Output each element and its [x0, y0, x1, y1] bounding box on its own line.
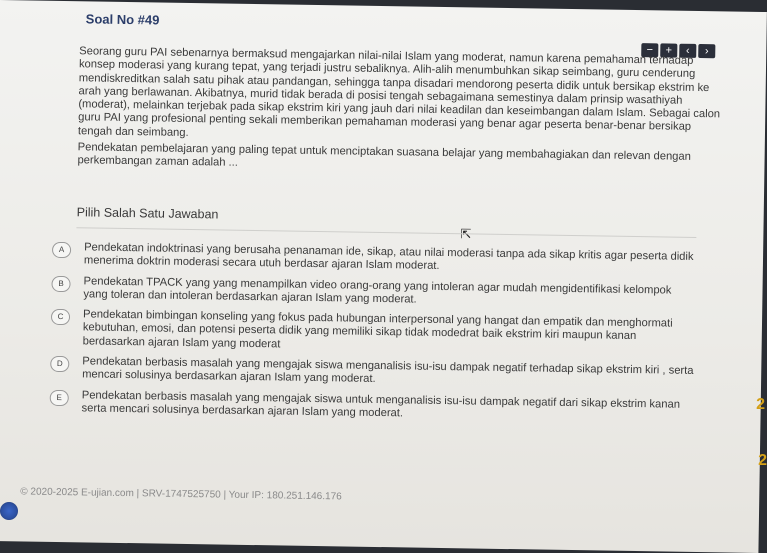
- option-e[interactable]: E Pendekatan berbasis masalah yang menga…: [33, 388, 693, 425]
- option-d[interactable]: D Pendekatan berbasis masalah yang menga…: [34, 355, 694, 392]
- option-letter[interactable]: A: [51, 241, 72, 259]
- option-letter[interactable]: C: [50, 309, 71, 326]
- option-text[interactable]: Pendekatan berbasis masalah yang mengaja…: [82, 355, 694, 385]
- exam-sheet: Soal No #49 − + ‹ › Seorang guru PAI seb…: [0, 0, 767, 553]
- option-text[interactable]: Pendekatan bimbingan konseling yang foku…: [83, 309, 673, 351]
- option-letter[interactable]: E: [49, 389, 69, 406]
- option-letter[interactable]: B: [51, 275, 71, 292]
- question-body: Seorang guru PAI sebenarnya bermaksud me…: [77, 45, 721, 139]
- side-number-badge: 2: [756, 396, 765, 413]
- divider: [76, 227, 697, 238]
- option-text[interactable]: Pendekatan TPACK yang yang menampilkan v…: [83, 275, 671, 306]
- option-c[interactable]: C Pendekatan bimbingan konseling yang fo…: [35, 308, 696, 358]
- option-text[interactable]: Pendekatan berbasis masalah yang mengaja…: [82, 389, 681, 419]
- option-a[interactable]: A Pendekatan indoktrinasi yang berusaha …: [36, 241, 696, 278]
- option-b[interactable]: B Pendekatan TPACK yang yang menampilkan…: [35, 274, 695, 311]
- side-number-badge: 2: [758, 452, 767, 469]
- answer-options: A Pendekatan indoktrinasi yang berusaha …: [33, 241, 696, 433]
- footer-info: © 2020-2025 E-ujian.com | SRV-1747525750…: [20, 486, 342, 503]
- question-text: Seorang guru PAI sebenarnya bermaksud me…: [77, 45, 721, 178]
- option-letter[interactable]: D: [50, 355, 70, 373]
- question-number-title: Soal No #49: [85, 11, 160, 28]
- option-text[interactable]: Pendekatan indoktrinasi yang berusaha pe…: [84, 241, 694, 272]
- app-corner-icon: [0, 502, 18, 520]
- choose-answer-label: Pilih Salah Satu Jawaban: [76, 205, 219, 222]
